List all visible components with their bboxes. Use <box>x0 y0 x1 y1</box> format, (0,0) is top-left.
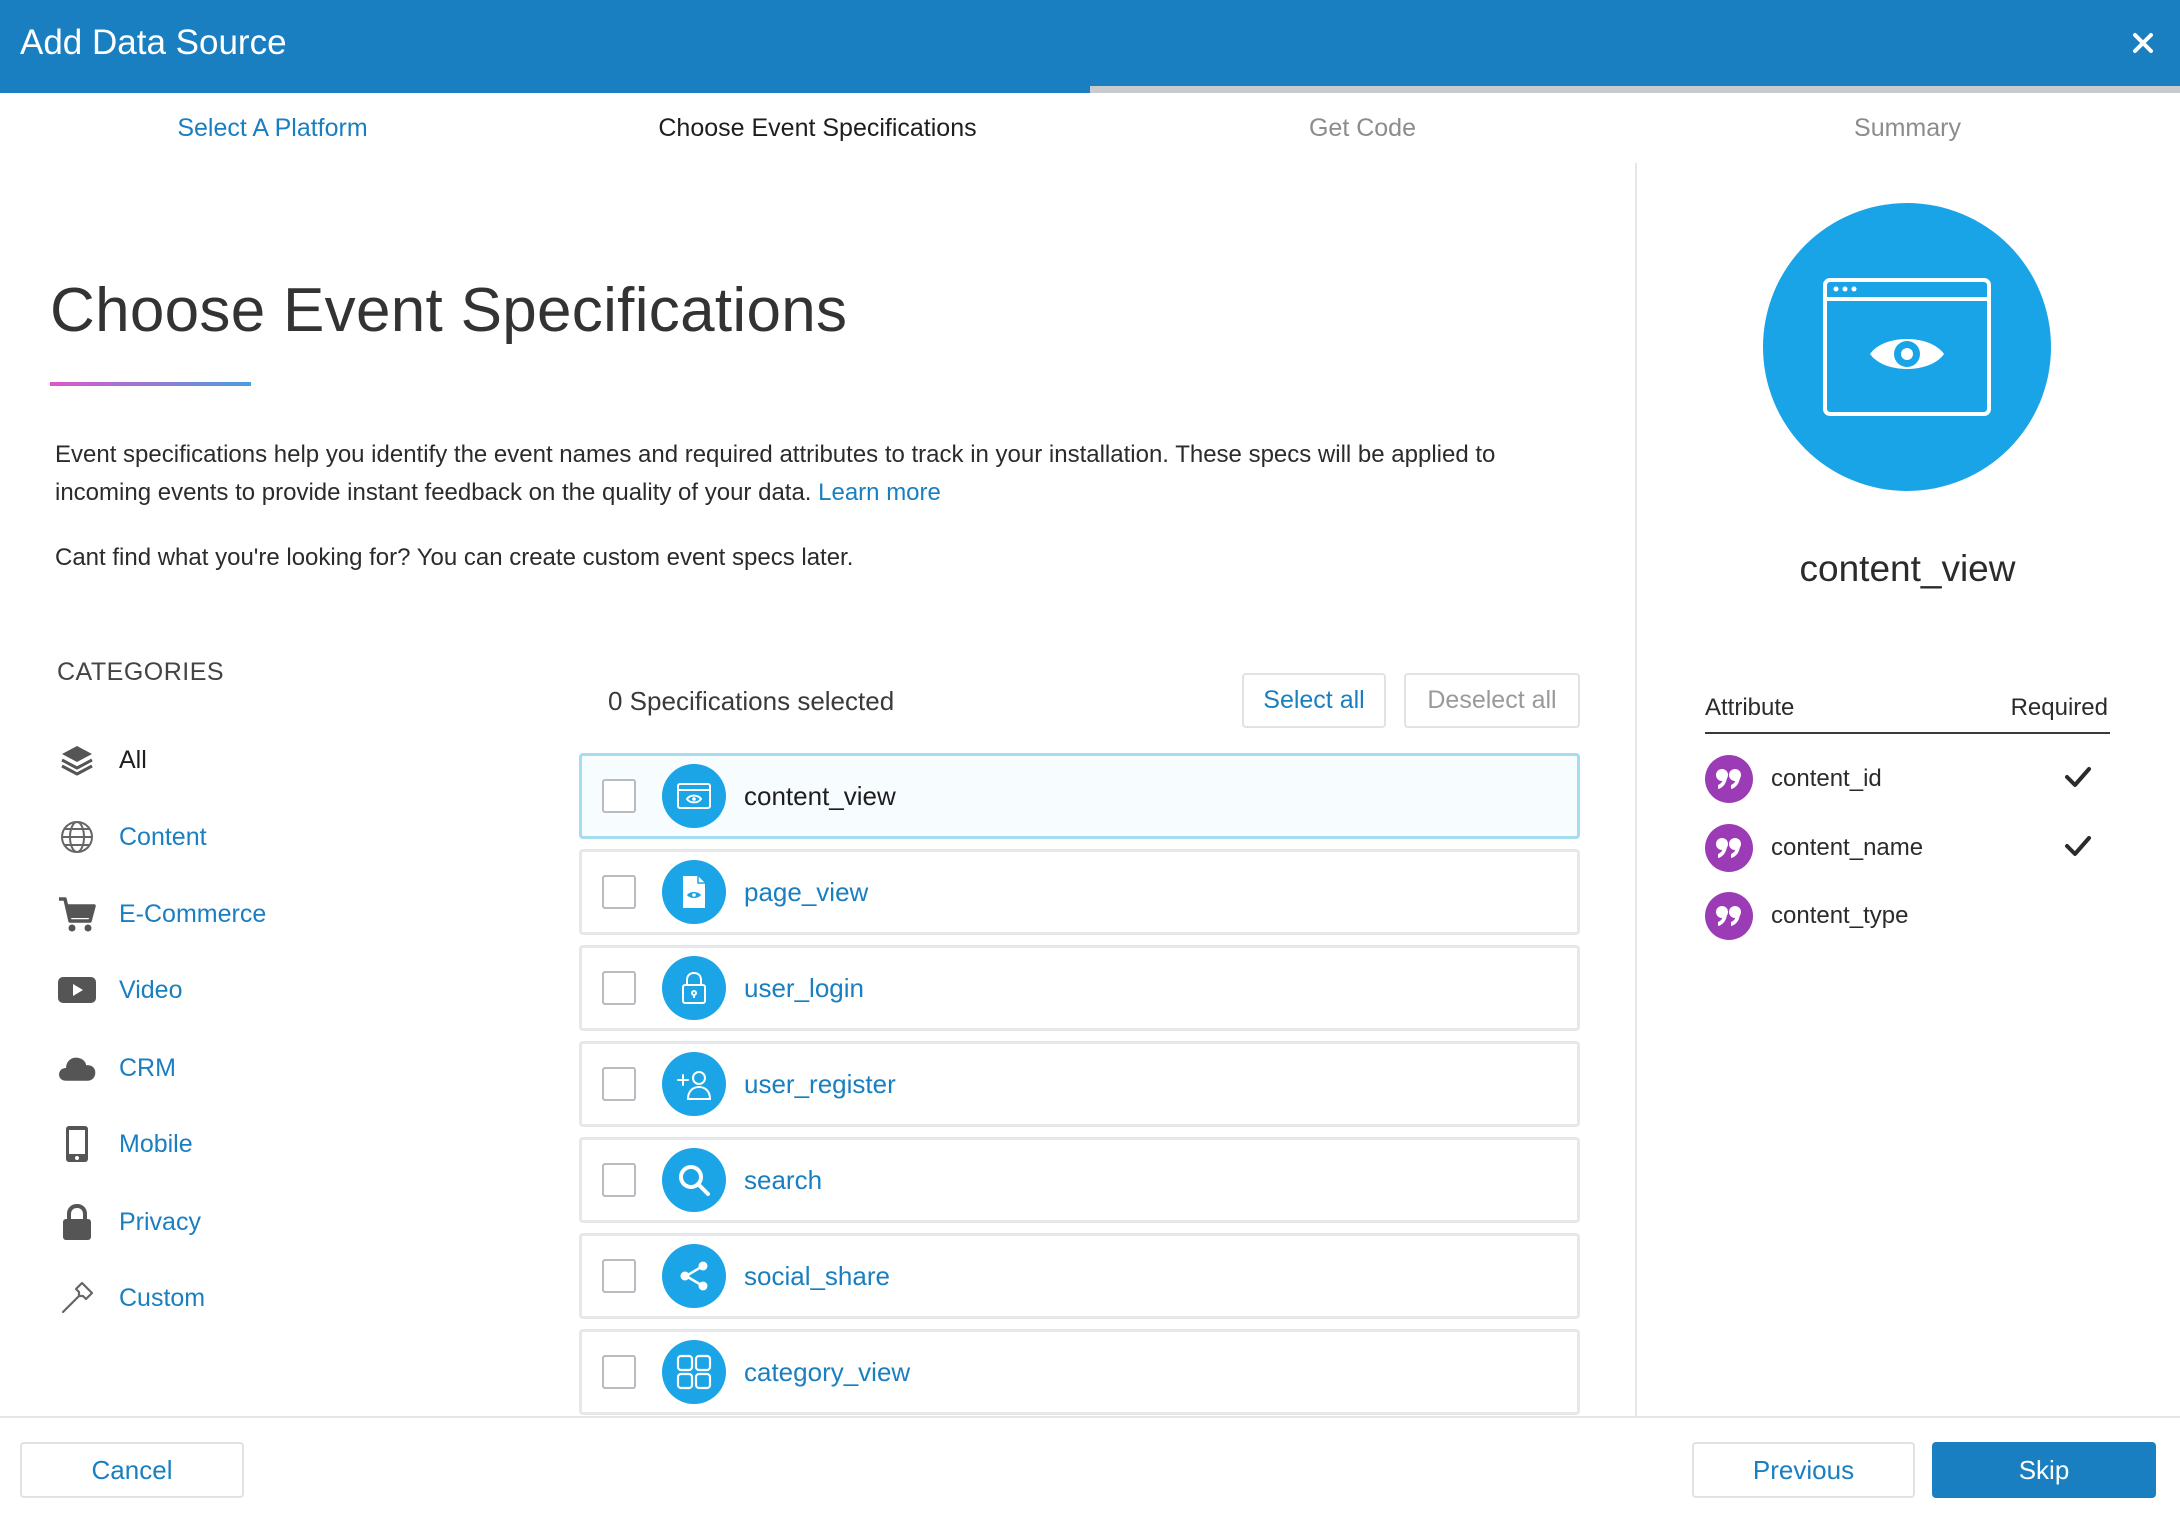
select-all-button[interactable]: Select all <box>1242 673 1386 728</box>
lock-icon <box>57 1202 97 1242</box>
categories-heading: CATEGORIES <box>57 658 225 686</box>
attribute-row: content_type <box>1705 890 2110 942</box>
attributes-table-header: Attribute Required <box>1705 690 2110 734</box>
skip-button[interactable]: Skip <box>1932 1442 2156 1498</box>
attribute-name: content_type <box>1771 902 1909 929</box>
required-column-header: Required <box>2010 694 2108 721</box>
layers-icon <box>57 740 97 780</box>
wizard-progress-fill <box>0 86 1090 93</box>
category-label: All <box>119 745 147 774</box>
footer-divider <box>0 1416 2180 1418</box>
attribute-name: content_name <box>1771 834 1924 861</box>
category-label: Custom <box>119 1283 206 1312</box>
spec-checkbox[interactable] <box>602 1163 636 1197</box>
quote-icon <box>1705 755 1753 803</box>
panel-divider <box>1635 163 1637 1416</box>
quote-icon <box>1705 892 1753 940</box>
category-label: CRM <box>119 1053 176 1082</box>
spec-label: user_register <box>744 1068 896 1099</box>
share-icon <box>662 1244 726 1308</box>
step-choose-event-specs: Choose Event Specifications <box>658 114 977 142</box>
category-content[interactable]: Content <box>57 815 207 859</box>
description-text: Event specifications help you identify t… <box>55 441 1496 506</box>
category-label: E-Commerce <box>119 899 267 928</box>
category-crm[interactable]: CRM <box>57 1046 176 1090</box>
description: Event specifications help you identify t… <box>55 436 1525 512</box>
spec-row-user-register[interactable]: user_register <box>579 1041 1580 1127</box>
spec-checkbox[interactable] <box>602 1067 636 1101</box>
spec-checkbox[interactable] <box>602 1355 636 1389</box>
mobile-icon <box>57 1124 97 1164</box>
padlock-icon <box>662 956 726 1020</box>
spec-label: category_view <box>744 1356 911 1387</box>
spec-row-social-share[interactable]: social_share <box>579 1233 1580 1319</box>
step-select-platform[interactable]: Select A Platform <box>0 93 545 163</box>
video-icon <box>57 970 97 1010</box>
title-underline <box>50 382 251 386</box>
checkmark-icon <box>2065 836 2091 856</box>
spec-checkbox[interactable] <box>602 971 636 1005</box>
checkmark-icon <box>2065 767 2091 787</box>
globe-icon <box>57 817 97 857</box>
spec-label: social_share <box>744 1260 890 1291</box>
spec-checkbox[interactable] <box>602 1259 636 1293</box>
specifications-count: 0 Specifications selected <box>608 686 895 716</box>
spec-checkbox[interactable] <box>602 779 636 813</box>
quote-icon <box>1705 824 1753 872</box>
grid-icon <box>662 1340 726 1404</box>
category-label: Mobile <box>119 1129 193 1158</box>
dialog-title: Add Data Source <box>20 23 287 62</box>
spec-label: content_view <box>744 780 896 811</box>
attribute-column-header: Attribute <box>1705 694 1795 721</box>
browser-eye-icon <box>662 764 726 828</box>
spec-detail-icon <box>1763 203 2051 491</box>
category-mobile[interactable]: Mobile <box>57 1122 193 1166</box>
spec-row-page-view[interactable]: page_view <box>579 849 1580 935</box>
hammer-icon <box>57 1278 97 1318</box>
custom-specs-note: Cant find what you're looking for? You c… <box>55 544 854 571</box>
page-eye-icon <box>662 860 726 924</box>
category-privacy[interactable]: Privacy <box>57 1200 201 1244</box>
attribute-row: content_id <box>1705 753 2110 805</box>
spec-label: user_login <box>744 972 864 1003</box>
category-label: Video <box>119 975 183 1004</box>
attribute-row: content_name <box>1705 822 2110 874</box>
cart-icon <box>57 894 97 934</box>
close-icon <box>2133 33 2153 53</box>
spec-detail-name: content_view <box>1799 548 2016 589</box>
spec-checkbox[interactable] <box>602 875 636 909</box>
step-get-code: Get Code <box>1308 114 1416 142</box>
search-icon <box>662 1148 726 1212</box>
deselect-all-button[interactable]: Deselect all <box>1404 673 1580 728</box>
category-label: Content <box>119 822 207 851</box>
spec-row-category-view[interactable]: category_view <box>579 1329 1580 1415</box>
wizard-progress-bar <box>0 86 2180 93</box>
close-button[interactable] <box>2124 24 2162 62</box>
category-label: Privacy <box>119 1207 201 1236</box>
learn-more-link[interactable]: Learn more <box>818 479 941 506</box>
category-all[interactable]: All <box>57 738 147 782</box>
spec-row-search[interactable]: search <box>579 1137 1580 1223</box>
spec-label: page_view <box>744 876 869 907</box>
spec-row-user-login[interactable]: user_login <box>579 945 1580 1031</box>
page-title: Choose Event Specifications <box>50 276 848 345</box>
step-summary: Summary <box>1854 114 1961 142</box>
add-user-icon <box>662 1052 726 1116</box>
category-ecommerce[interactable]: E-Commerce <box>57 892 266 936</box>
cloud-icon <box>57 1048 97 1088</box>
category-custom[interactable]: Custom <box>57 1276 205 1320</box>
attribute-name: content_id <box>1771 765 1882 792</box>
dialog-header: Add Data Source <box>0 0 2180 86</box>
browser-eye-icon <box>1823 278 1991 416</box>
previous-button[interactable]: Previous <box>1692 1442 1915 1498</box>
cancel-button[interactable]: Cancel <box>20 1442 244 1498</box>
spec-row-content-view[interactable]: content_view <box>579 753 1580 839</box>
wizard-steps: Select A Platform Choose Event Specifica… <box>0 93 2180 163</box>
spec-label: search <box>744 1164 823 1195</box>
category-video[interactable]: Video <box>57 968 183 1012</box>
